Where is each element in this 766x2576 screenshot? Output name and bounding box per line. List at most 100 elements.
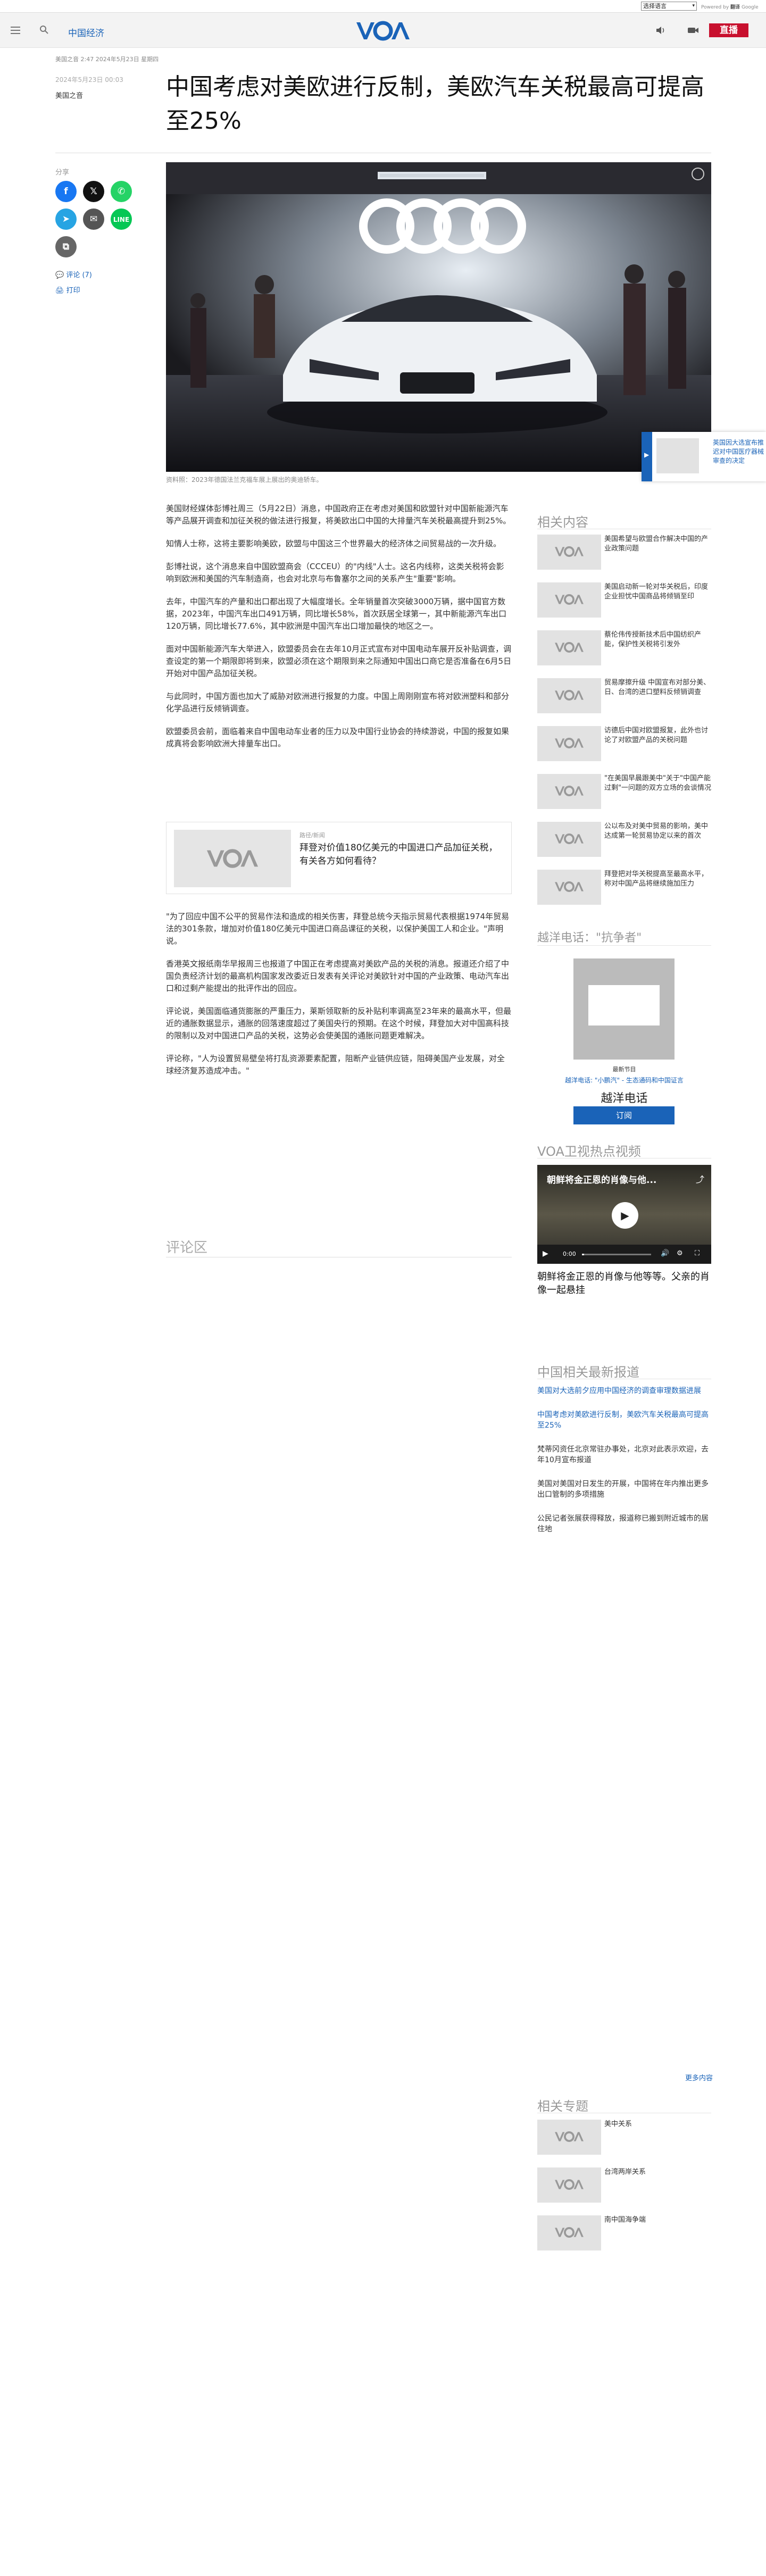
item-thumbnail [537,726,601,761]
section-link[interactable]: 中国经济 [68,26,104,39]
line-icon: LINE [113,216,130,223]
copy-icon: ⧉ [62,241,70,252]
related-item[interactable]: "在美国早晨跟美中"关于"中国产能过剩"一问题的双方立场的会谈情况 [537,774,711,809]
news-link[interactable]: 公民记者张展获得释放，报道称已搬到附近城市的居住地 [537,1513,711,1535]
topic-item[interactable]: 南中国海争端 [537,2215,711,2250]
related-item[interactable]: 贸易摩擦升级 中国宣布对部分美、日、台湾的进口塑料反倾销调查 [537,678,711,713]
voa-logo-icon [555,2131,584,2142]
related-item[interactable]: 蔡伦伟传授新技术后中国纺织产能，保护性关税将引发外 [537,630,711,665]
topic-item[interactable]: 台湾两岸关系 [537,2167,711,2203]
voa-logo-icon [206,849,259,868]
player-controls: ▶ 0:00 🔊 ⚙ ⛶ [537,1245,711,1264]
related-item[interactable]: 美国启动新一轮对华关税后，印度企业担忧中国商品将倾销至印 [537,582,711,618]
facebook-icon: f [64,186,68,197]
voa-logo-icon [555,2227,584,2238]
topic-title: 台湾两岸关系 [604,2168,646,2176]
published-date: 2024年5月23日 00:03 [55,76,123,84]
car-show-photo [166,162,711,472]
floating-recommendation[interactable]: ▶ 英国因大选宣布推迟对中国医疗器械审查的决定 [642,432,766,481]
play-icon[interactable]: ▶ [642,432,652,481]
radio-heading[interactable]: 越洋电话："抗争者" [537,928,642,945]
topic-item[interactable]: 美中关系 [537,2120,711,2155]
article-body-continued: "为了回应中国不公平的贸易作法和造成的相关伤害，拜登总统今天指示贸易代表根据19… [166,911,512,1088]
voa-logo-icon [555,786,584,796]
topic-thumbnail [537,2167,601,2203]
x-share-button[interactable]: 𝕏 [83,181,104,202]
related-article-card[interactable]: 路径/新闻 拜登对价值180亿美元的中国进口产品加征关税，有关各方如何看待？ [166,822,512,894]
progress-bar[interactable] [582,1254,651,1255]
speaker-icon[interactable] [655,26,666,35]
news-link[interactable]: 美国对大选前夕应用中国经济的调查审理数据进展 [537,1386,711,1396]
x-icon: 𝕏 [90,186,97,197]
related-item[interactable]: 拜登把对华关税提高至最高水平，称对中国产品将继续施加压力 [537,870,711,905]
topic-title: 美中关系 [604,2120,632,2128]
comments-link[interactable]: 💬 评论 (7) [55,269,92,279]
whatsapp-share-button[interactable]: ✆ [111,181,132,202]
card-label: 路径/新闻 [299,832,325,839]
related-item[interactable]: 美国希望与欧盟合作解决中国的产业政策问题 [537,535,711,570]
volume-icon[interactable]: 🔊 [661,1249,669,1257]
card-thumbnail [174,830,291,887]
video-player[interactable]: 朝鲜将金正恩的肖像与他... ⤴ ▶ ▶ 0:00 🔊 ⚙ ⛶ [537,1165,711,1264]
search-icon[interactable] [39,25,49,35]
telegram-share-button[interactable]: ➤ [55,209,77,230]
news-link[interactable]: 梵蒂冈资任北京常驻办事处，北京对此表示欢迎，去年10月宣布报道 [537,1444,711,1465]
podcast-name: 越洋电话 [601,1092,648,1105]
video-camera-icon[interactable] [687,26,699,35]
paragraph: 去年，中国汽车的产量和出口都出现了大幅度增长。全年销量首次突破3000万辆，据中… [166,597,507,631]
paragraph: 评论称，"人为设置贸易壁垒将打乱资源要素配置，阻断产业链供应链，阻碍美国产业发展… [166,1054,505,1076]
paragraph: 彭博社说，这个消息来自中国欧盟商会（CCCEU）的"内线"人士。这名内线称，这类… [166,562,504,583]
video-caption[interactable]: 朝鲜将金正恩的肖像与他等等。父亲的肖像一起悬挂 [537,1270,711,1297]
language-select[interactable]: 选择语言 ▾ [641,2,697,11]
news-link[interactable]: 中国考虑对美欧进行反制，美欧汽车关税最高可提高至25% [537,1410,711,1431]
subscribe-button[interactable]: 订阅 [573,1106,675,1124]
email-icon: ✉ [89,214,98,224]
line-share-button[interactable]: LINE [111,209,132,230]
item-thumbnail [537,870,601,905]
voa-logo-icon [555,546,584,557]
main-nav: 中国经济 直播 [0,13,766,48]
china-news-heading[interactable]: 中国相关最新报道 [537,1362,639,1380]
paragraph: 美国财经媒体彭博社周三（5月22日）消息，中国政府正在考虑对美国和欧盟针对中国新… [166,504,511,526]
voa-logo[interactable] [355,20,411,41]
voa-logo-icon [555,642,584,653]
related-item[interactable]: 访德后中国对欧盟报复，此外也讨论了对欧盟产品的关税问题 [537,726,711,761]
podcast-cover[interactable] [573,958,675,1060]
news-link[interactable]: 美国对美国对日发生的开展，中国将在年内推出更多出口管制的多项措施 [537,1479,711,1500]
menu-icon[interactable] [11,27,20,34]
email-share-button[interactable]: ✉ [83,209,104,230]
related-item[interactable]: 公以布及对美中贸易的影响，美中达成第一轮贸易协定以来的首次 [537,822,711,857]
item-title: 美国启动新一轮对华关税后，印度企业担忧中国商品将倾销至印 [604,583,709,601]
paragraph: 评论说，美国面临通货膨胀的严重压力，莱斯领取新的反补贴利率调高至23年来的最高水… [166,1006,512,1040]
topic-title: 南中国海争端 [604,2216,646,2224]
voa-logo-icon [588,985,660,1026]
chevron-down-icon: ▾ [692,3,695,9]
fullscreen-icon[interactable]: ⛶ [695,1249,700,1257]
google-translate-credit: Powered by 翻译 Google [701,5,759,10]
paragraph: 欧盟委员会前，面临着来自中国电动车业者的压力以及中国行业协会的持续游说，中国的报… [166,727,510,748]
copy-link-button[interactable]: ⧉ [55,236,77,257]
latest-episode-link[interactable]: 越洋电话: "小鹏汽" - 生态通码和中国证言 [537,1076,711,1085]
floater-text: 英国因大选宣布推迟对中国医疗器械审查的决定 [713,439,764,464]
voa-logo-icon [555,833,584,844]
settings-icon[interactable]: ⚙ [677,1249,683,1257]
share-label: 分享 [55,169,70,177]
item-thumbnail [537,678,601,713]
card-title: 拜登对价值180亿美元的中国进口产品加征关税，有关各方如何看待？ [299,843,498,866]
print-link[interactable]: 🖨 打印 [55,285,80,295]
item-thumbnail [537,582,601,618]
video-overlay-title: 朝鲜将金正恩的肖像与他... [547,1175,657,1186]
voa-logo-icon [555,594,584,605]
article-category[interactable]: 美国之音 [55,90,83,100]
paragraph: 香港英文报纸南华早报周三也报道了中国正在考虑提高对美欧产品的关税的消息。报道还介… [166,959,510,993]
more-link[interactable]: 更多内容 [685,2072,713,2082]
item-title: 蔡伦伟传授新技术后中国纺织产能，保护性关税将引发外 [604,631,702,648]
paragraph: 知情人士称，这将主要影响美欧，欧盟与中国这三个世界最大的经济体之间贸易战的一次升… [166,539,502,548]
item-thumbnail [537,774,601,809]
live-button[interactable]: 直播 [709,23,748,37]
play-icon[interactable]: ▶ [543,1249,548,1258]
facebook-share-button[interactable]: f [55,181,77,202]
share-icon[interactable]: ⤴ [696,1172,704,1185]
video-heading[interactable]: VOA卫视热点视频 [537,1141,641,1160]
play-button[interactable]: ▶ [612,1202,638,1229]
